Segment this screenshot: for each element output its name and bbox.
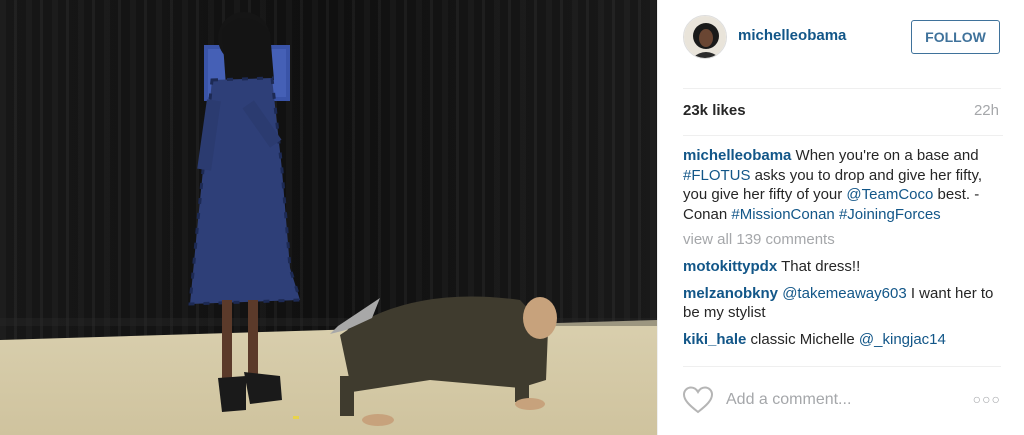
comment-item: motokittypdx That dress!! <box>683 257 1003 277</box>
comment-username[interactable]: motokittypdx <box>683 258 777 275</box>
author-username[interactable]: michelleobama <box>738 27 846 44</box>
more-options-icon[interactable]: ○○○ <box>973 391 1001 407</box>
heart-icon[interactable] <box>683 386 713 414</box>
avatar-image <box>684 16 726 58</box>
follow-button[interactable]: FOLLOW <box>911 20 1000 54</box>
post-sidebar: michelleobama FOLLOW 23k likes 22h miche… <box>657 0 1024 435</box>
comment-username[interactable]: melzanobkny <box>683 285 778 302</box>
hashtag-joiningforces[interactable]: #JoiningForces <box>839 206 941 223</box>
comment-item: kiki_hale classic Michelle @_kingjac14 <box>683 330 1003 350</box>
comment-item: melzanobkny @takemeaway603 I want her to… <box>683 284 1003 323</box>
caption-text-1: When you're on a base and <box>791 147 979 164</box>
divider <box>683 88 1001 89</box>
comment-username[interactable]: kiki_hale <box>683 331 746 348</box>
post-photo-image <box>0 0 657 435</box>
comments-list: michelleobama When you're on a base and … <box>683 135 1003 365</box>
comment-mention[interactable]: @_kingjac14 <box>859 331 946 348</box>
post-header: michelleobama FOLLOW <box>658 0 1024 76</box>
comment-mention[interactable]: @takemeaway603 <box>782 285 906 302</box>
view-all-comments-link[interactable]: view all 139 comments <box>683 231 1003 248</box>
add-comment-input[interactable]: Add a comment... <box>726 391 851 409</box>
likes-count[interactable]: 23k likes <box>683 102 746 119</box>
post-photo[interactable] <box>0 0 657 435</box>
caption-username[interactable]: michelleobama <box>683 147 791 164</box>
avatar[interactable] <box>683 15 727 59</box>
comment-footer: Add a comment... ○○○ <box>683 366 1001 435</box>
comment-text: classic Michelle <box>746 330 859 348</box>
hashtag-flotus[interactable]: #FLOTUS <box>683 167 751 184</box>
mention-teamcoco[interactable]: @TeamCoco <box>846 186 933 203</box>
hashtag-missionconan[interactable]: #MissionConan <box>731 206 834 223</box>
instagram-post: michelleobama FOLLOW 23k likes 22h miche… <box>0 0 1024 435</box>
post-time[interactable]: 22h <box>974 102 999 119</box>
comment-text: That dress!! <box>777 258 861 275</box>
caption: michelleobama When you're on a base and … <box>683 146 1003 224</box>
